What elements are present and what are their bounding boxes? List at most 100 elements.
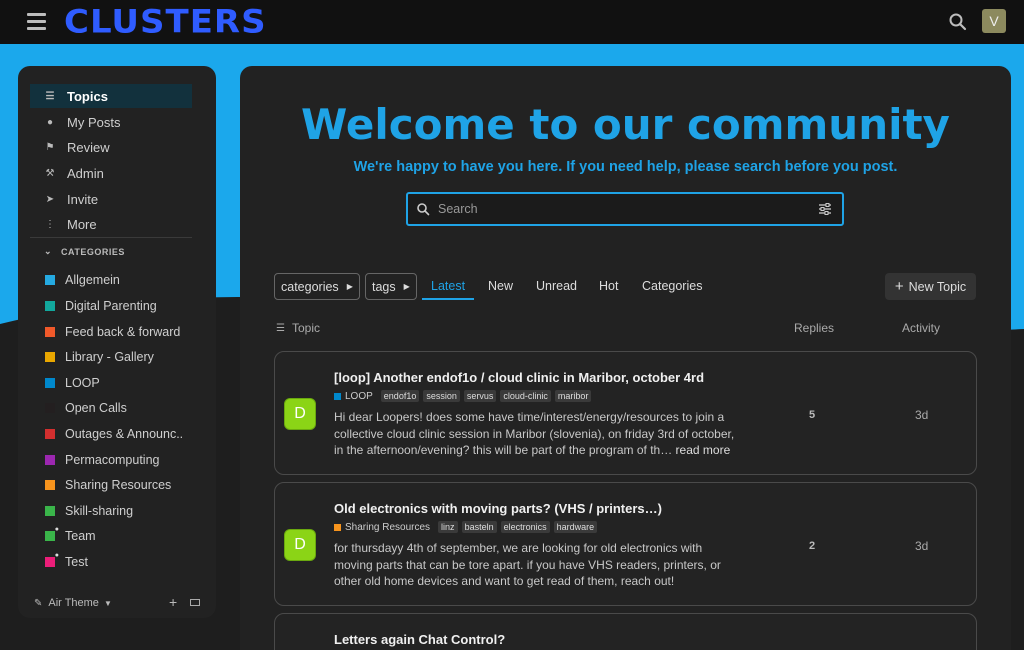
add-icon[interactable]: + <box>169 594 177 610</box>
tags-dropdown[interactable]: tags ▶ <box>365 273 417 300</box>
topic-tag[interactable]: maribor <box>554 390 592 402</box>
topic-tag[interactable]: hardware <box>553 521 598 533</box>
category-color-swatch <box>45 275 55 285</box>
dropdown-label: categories <box>281 279 339 294</box>
topic-replies[interactable]: 2 <box>809 540 815 552</box>
sidebar-item-label: More <box>67 216 97 232</box>
keyboard-icon[interactable] <box>190 599 200 606</box>
sliders-icon[interactable] <box>818 202 832 216</box>
topic-tag[interactable]: session <box>423 390 460 402</box>
dropdown-label: tags <box>372 279 396 294</box>
lock-icon: ● <box>54 526 59 533</box>
replies-column-header[interactable]: Replies <box>794 321 834 335</box>
tab-latest[interactable]: Latest <box>431 279 465 293</box>
sidebar-category-outages[interactable]: Outages & Announc.. <box>30 423 200 445</box>
read-more-link[interactable]: read more <box>676 443 731 457</box>
topic-activity[interactable]: 3d <box>915 539 928 553</box>
sidebar-item-topics[interactable]: ☰ Topics <box>30 84 192 108</box>
category-label: LOOP <box>65 376 100 390</box>
layers-icon: ☰ <box>45 90 55 102</box>
send-icon: ➤ <box>45 193 55 205</box>
category-color-swatch <box>334 392 341 400</box>
sidebar-item-invite[interactable]: ➤ Invite <box>30 187 192 211</box>
topic-card[interactable]: Letters again Chat Control? <box>274 613 977 650</box>
search-field <box>406 192 844 226</box>
chevron-down-icon: ⌄ <box>44 246 53 256</box>
sidebar-footer: ✎ Air Theme ▼ + <box>18 588 216 618</box>
list-icon: ☰ <box>276 322 285 334</box>
sidebar-item-label: Topics <box>67 88 108 104</box>
topic-tag[interactable]: endof1o <box>380 390 420 402</box>
topic-tag[interactable]: electronics <box>500 521 550 533</box>
topic-replies[interactable]: 5 <box>809 409 815 421</box>
topic-meta: Sharing Resources linz basteln electroni… <box>334 521 598 533</box>
excerpt-text: Hi dear Loopers! does some have time/int… <box>334 410 735 457</box>
sidebar-category-loop[interactable]: LOOP <box>30 372 200 394</box>
category-color-swatch <box>45 403 55 413</box>
sidebar-category-permacomputing[interactable]: Permacomputing <box>30 449 200 471</box>
theme-selector[interactable]: ✎ Air Theme ▼ <box>34 597 112 609</box>
topic-title[interactable]: Old electronics with moving parts? (VHS … <box>334 501 662 516</box>
tab-hot[interactable]: Hot <box>599 279 618 293</box>
topic-category[interactable]: Sharing Resources <box>334 522 430 533</box>
topic-activity[interactable]: 3d <box>915 408 928 422</box>
hamburger-menu-icon[interactable] <box>27 13 46 30</box>
sidebar-category-skill-sharing[interactable]: Skill-sharing <box>30 500 200 522</box>
sidebar-category-open-calls[interactable]: Open Calls <box>30 397 200 419</box>
brush-icon: ✎ <box>34 597 43 609</box>
topic-category[interactable]: LOOP <box>334 391 373 402</box>
sidebar-category-feedback[interactable]: Feed back & forward <box>30 321 200 343</box>
sidebar-item-label: My Posts <box>67 114 121 130</box>
caret-right-icon: ▶ <box>403 282 410 291</box>
topic-avatar[interactable]: D <box>285 530 315 560</box>
sidebar-category-library[interactable]: Library - Gallery <box>30 346 200 368</box>
user-avatar[interactable]: V <box>982 9 1006 33</box>
column-label: Topic <box>291 321 320 335</box>
sidebar-item-more[interactable]: ⋮ More <box>30 212 192 236</box>
tab-unread[interactable]: Unread <box>536 279 577 293</box>
tab-new[interactable]: New <box>488 279 513 293</box>
sidebar-category-test[interactable]: ● Test <box>30 551 200 573</box>
theme-label: Air Theme <box>48 597 99 609</box>
category-label: Sharing Resources <box>65 478 172 492</box>
plus-icon: + <box>894 278 904 295</box>
sidebar-item-admin[interactable]: ⚒ Admin <box>30 161 192 185</box>
category-label: Skill-sharing <box>65 504 134 518</box>
category-label: Feed back & forward <box>65 325 181 339</box>
sidebar-category-team[interactable]: ● Team <box>30 525 200 547</box>
category-color-swatch <box>45 455 55 465</box>
more-vertical-icon: ⋮ <box>45 218 55 230</box>
topic-tag[interactable]: basteln <box>461 521 497 533</box>
topic-avatar[interactable]: D <box>285 399 315 429</box>
search-input[interactable] <box>438 202 818 216</box>
sidebar-divider <box>30 237 192 238</box>
categories-section-toggle[interactable]: ⌄ CATEGORIES <box>44 246 125 257</box>
caret-down-icon: ▼ <box>103 598 112 608</box>
sidebar-item-review[interactable]: ⚑ Review <box>30 135 192 159</box>
tab-categories[interactable]: Categories <box>642 279 702 293</box>
topic-card[interactable]: D [loop] Another endof1o / cloud clinic … <box>274 351 977 475</box>
categories-dropdown[interactable]: categories ▶ <box>274 273 360 300</box>
category-label: Open Calls <box>65 401 127 415</box>
sidebar-category-sharing-resources[interactable]: Sharing Resources <box>30 474 200 496</box>
topic-card[interactable]: D Old electronics with moving parts? (VH… <box>274 482 977 606</box>
topic-column-header[interactable]: ☰ Topic <box>276 321 320 335</box>
topic-tag[interactable]: linz <box>438 521 458 533</box>
category-label: Digital Parenting <box>65 299 157 313</box>
sidebar-category-digital-parenting[interactable]: Digital Parenting <box>30 295 200 317</box>
category-label: Sharing Resources <box>345 521 431 533</box>
category-color-swatch: ● <box>45 552 59 567</box>
flag-icon: ⚑ <box>45 141 55 153</box>
sidebar-item-my-posts[interactable]: ● My Posts <box>30 110 192 134</box>
topic-tag[interactable]: cloud-clinic <box>500 390 551 402</box>
new-topic-button[interactable]: + New Topic <box>885 273 976 300</box>
site-logo[interactable]: CLUSTERS <box>64 3 267 41</box>
topic-tag[interactable]: servus <box>463 390 497 402</box>
topic-title[interactable]: Letters again Chat Control? <box>334 632 505 647</box>
topic-title[interactable]: [loop] Another endof1o / cloud clinic in… <box>334 370 704 385</box>
search-icon[interactable] <box>948 12 968 32</box>
new-topic-label: New Topic <box>908 279 967 294</box>
caret-right-icon: ▶ <box>346 282 353 291</box>
sidebar-category-allgemein[interactable]: Allgemein <box>30 269 200 291</box>
activity-column-header[interactable]: Activity <box>902 321 940 335</box>
